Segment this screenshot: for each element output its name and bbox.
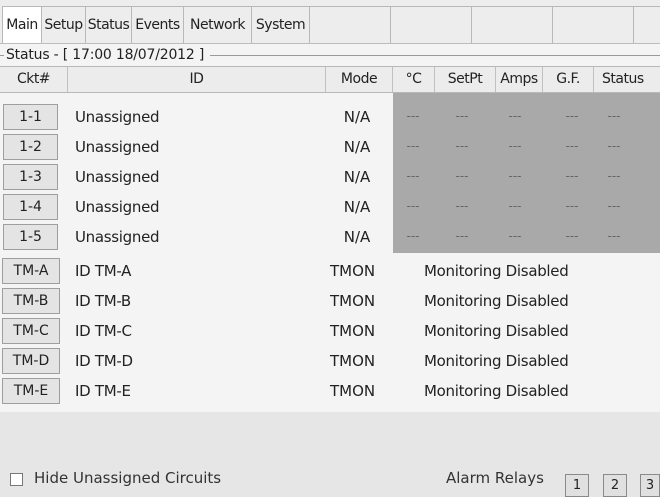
circuit-mode: N/A <box>343 138 371 156</box>
col-header-setpoint[interactable]: SetPt <box>435 67 496 92</box>
col-header-status[interactable]: Status <box>594 67 660 92</box>
monitor-id: ID TM-E <box>75 382 131 400</box>
table-row[interactable]: TM-C ID TM-C TMON Monitoring Disabled <box>0 316 660 346</box>
hide-unassigned-checkbox[interactable] <box>10 473 23 486</box>
alarm-relays-label: Alarm Relays <box>446 469 544 487</box>
tab-network[interactable]: Network <box>183 6 252 43</box>
monitor-status: Monitoring Disabled <box>424 382 569 400</box>
table-row[interactable]: TM-E ID TM-E TMON Monitoring Disabled <box>0 376 660 406</box>
circuit-mode: N/A <box>343 198 371 216</box>
tab-bar: Main Setup Status Events Network System <box>0 0 660 44</box>
circuit-id: Unassigned <box>75 228 160 246</box>
col-header-gf[interactable]: G.F. <box>543 67 594 92</box>
monitor-mode: TMON <box>330 382 376 400</box>
temp-value: --- <box>406 169 420 183</box>
monitor-status: Monitoring Disabled <box>424 262 569 280</box>
monitor-id: ID TM-D <box>75 352 133 370</box>
tab-status[interactable]: Status <box>85 6 132 43</box>
alarm-relay-3-button[interactable]: 3 <box>640 474 660 497</box>
monitor-status: Monitoring Disabled <box>424 352 569 370</box>
gf-value: --- <box>565 229 579 243</box>
tab-empty-3 <box>471 6 553 43</box>
setpoint-value: --- <box>455 229 469 243</box>
circuit-button[interactable]: 1-1 <box>3 104 58 130</box>
amps-value: --- <box>508 109 522 123</box>
alarm-relay-2-button[interactable]: 2 <box>603 474 627 497</box>
circuit-id: Unassigned <box>75 168 160 186</box>
status-group: Status - [ 17:00 18/07/2012 ] <box>0 44 660 66</box>
amps-value: --- <box>508 229 522 243</box>
circuit-id: Unassigned <box>75 138 160 156</box>
status-value: --- <box>607 139 621 153</box>
tab-setup[interactable]: Setup <box>41 6 86 43</box>
status-value: --- <box>607 109 621 123</box>
col-header-temperature[interactable]: °C <box>393 67 435 92</box>
circuit-mode: N/A <box>343 228 371 246</box>
setpoint-value: --- <box>455 199 469 213</box>
amps-value: --- <box>508 169 522 183</box>
table-row[interactable]: 1-4 Unassigned N/A --- --- --- --- --- <box>0 192 660 222</box>
table-row[interactable]: TM-B ID TM-B TMON Monitoring Disabled <box>0 286 660 316</box>
temp-value: --- <box>406 199 420 213</box>
amps-value: --- <box>508 139 522 153</box>
monitor-mode: TMON <box>330 292 376 310</box>
circuit-mode: N/A <box>343 108 371 126</box>
col-header-ckt[interactable]: Ckt# <box>0 67 68 92</box>
circuit-id: Unassigned <box>75 198 160 216</box>
tab-empty-5 <box>633 6 660 43</box>
monitor-status: Monitoring Disabled <box>424 292 569 310</box>
circuit-mode: N/A <box>343 168 371 186</box>
tab-empty-2 <box>390 6 472 43</box>
circuit-id: Unassigned <box>75 108 160 126</box>
status-value: --- <box>607 199 621 213</box>
monitor-id: ID TM-A <box>75 262 132 280</box>
gf-value: --- <box>565 109 579 123</box>
tab-empty-4 <box>552 6 634 43</box>
amps-value: --- <box>508 199 522 213</box>
tab-system[interactable]: System <box>251 6 310 43</box>
temp-value: --- <box>406 229 420 243</box>
hide-unassigned-label[interactable]: Hide Unassigned Circuits <box>34 467 221 489</box>
monitor-button[interactable]: TM-E <box>2 378 60 404</box>
setpoint-value: --- <box>455 169 469 183</box>
col-header-amps[interactable]: Amps <box>496 67 543 92</box>
circuit-button[interactable]: 1-5 <box>3 224 58 250</box>
table-header: Ckt# ID Mode °C SetPt Amps G.F. Status <box>0 66 660 93</box>
gf-value: --- <box>565 139 579 153</box>
table-row[interactable]: TM-A ID TM-A TMON Monitoring Disabled <box>0 256 660 286</box>
monitor-button[interactable]: TM-B <box>2 288 60 314</box>
status-value: --- <box>607 229 621 243</box>
circuit-button[interactable]: 1-2 <box>3 134 58 160</box>
col-header-mode[interactable]: Mode <box>326 67 393 92</box>
monitor-id: ID TM-C <box>75 322 132 340</box>
monitor-button[interactable]: TM-D <box>2 348 60 374</box>
circuit-button[interactable]: 1-4 <box>3 194 58 220</box>
tab-main[interactable]: Main <box>2 6 42 43</box>
alarm-relay-1-button[interactable]: 1 <box>565 474 589 497</box>
status-legend: Status - [ 17:00 18/07/2012 ] <box>4 44 211 66</box>
status-value: --- <box>607 169 621 183</box>
circuit-button[interactable]: 1-3 <box>3 164 58 190</box>
col-header-id[interactable]: ID <box>68 67 326 92</box>
tab-events[interactable]: Events <box>131 6 184 43</box>
table-row[interactable]: 1-1 Unassigned N/A --- --- --- --- --- <box>0 102 660 132</box>
table-row[interactable]: 1-2 Unassigned N/A --- --- --- --- --- <box>0 132 660 162</box>
gf-value: --- <box>565 169 579 183</box>
temp-value: --- <box>406 139 420 153</box>
monitor-status: Monitoring Disabled <box>424 322 569 340</box>
setpoint-value: --- <box>455 139 469 153</box>
table-row[interactable]: 1-3 Unassigned N/A --- --- --- --- --- <box>0 162 660 192</box>
gf-value: --- <box>565 199 579 213</box>
monitor-mode: TMON <box>330 262 376 280</box>
monitor-mode: TMON <box>330 352 376 370</box>
table-row[interactable]: TM-D ID TM-D TMON Monitoring Disabled <box>0 346 660 376</box>
monitor-mode: TMON <box>330 322 376 340</box>
tab-empty-1 <box>309 6 391 43</box>
setpoint-value: --- <box>455 109 469 123</box>
monitor-button[interactable]: TM-A <box>2 258 60 284</box>
temp-value: --- <box>406 109 420 123</box>
monitor-button[interactable]: TM-C <box>2 318 60 344</box>
table-row[interactable]: 1-5 Unassigned N/A --- --- --- --- --- <box>0 222 660 252</box>
monitor-id: ID TM-B <box>75 292 131 310</box>
